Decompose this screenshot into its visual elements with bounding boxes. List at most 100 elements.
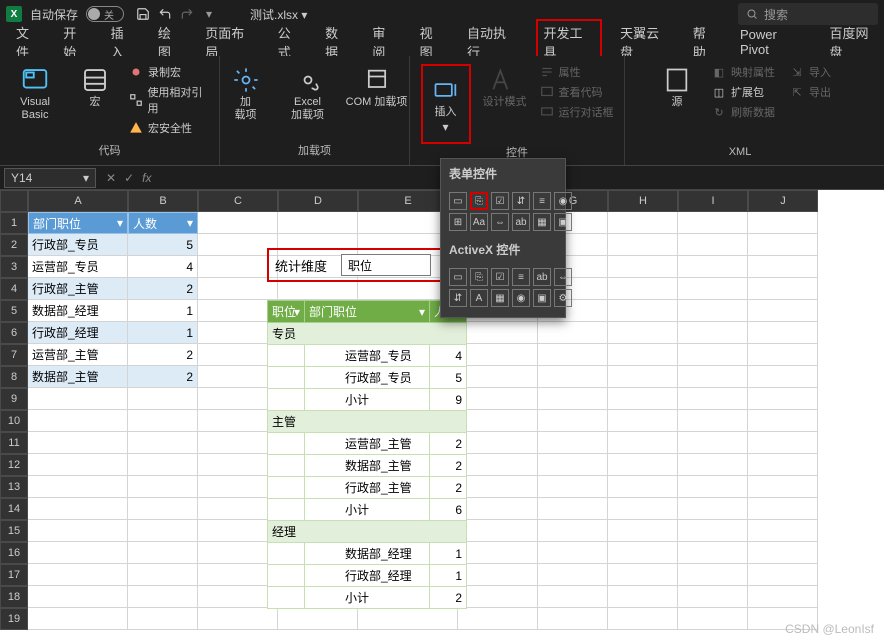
cell[interactable]: [678, 498, 748, 520]
cell[interactable]: [748, 388, 818, 410]
row-header[interactable]: 13: [0, 476, 28, 498]
row-header[interactable]: 16: [0, 542, 28, 564]
cell[interactable]: 数据部_经理: [28, 300, 128, 322]
cell[interactable]: [198, 366, 278, 388]
row-header[interactable]: 19: [0, 608, 28, 630]
cell[interactable]: [678, 256, 748, 278]
pivot-cell[interactable]: 6: [430, 499, 467, 521]
cell[interactable]: [538, 586, 608, 608]
name-box[interactable]: Y14▾: [4, 168, 96, 188]
cell[interactable]: [678, 542, 748, 564]
pivot-cell[interactable]: 数据部_主管: [304, 455, 429, 477]
com-addins-button[interactable]: COM 加载项: [342, 64, 412, 109]
cell[interactable]: [198, 256, 278, 278]
row-header[interactable]: 11: [0, 432, 28, 454]
cell[interactable]: 5: [128, 234, 198, 256]
cell[interactable]: 行政部_经理: [28, 322, 128, 344]
form-option-icon[interactable]: ◉: [554, 192, 572, 210]
cell[interactable]: [678, 366, 748, 388]
pivot-cell[interactable]: 运营部_专员: [304, 345, 429, 367]
cell[interactable]: 运营部_主管: [28, 344, 128, 366]
form-button-icon[interactable]: ▭: [449, 192, 467, 210]
cell[interactable]: 2: [128, 344, 198, 366]
cell[interactable]: [28, 520, 128, 542]
cell[interactable]: [608, 278, 678, 300]
cell[interactable]: [28, 586, 128, 608]
cell[interactable]: 4: [128, 256, 198, 278]
cell[interactable]: [458, 608, 538, 630]
pivot-header[interactable]: 职位▾: [268, 301, 305, 323]
cell[interactable]: [128, 608, 198, 630]
cell[interactable]: [608, 300, 678, 322]
cancel-icon[interactable]: ✕: [106, 171, 116, 185]
ax-checkbox-icon[interactable]: ☑: [491, 268, 509, 286]
cell[interactable]: [678, 344, 748, 366]
cell[interactable]: [198, 564, 278, 586]
cell[interactable]: [748, 520, 818, 542]
cell[interactable]: [608, 234, 678, 256]
cell[interactable]: [28, 564, 128, 586]
pivot-cell[interactable]: 2: [430, 587, 467, 609]
cell[interactable]: [608, 322, 678, 344]
row-header[interactable]: 10: [0, 410, 28, 432]
cell[interactable]: [198, 278, 278, 300]
pivot-cell[interactable]: [268, 389, 305, 411]
pivot-cell[interactable]: 小计: [304, 389, 429, 411]
cell[interactable]: 数据部_主管: [28, 366, 128, 388]
export-button[interactable]: ⇱导出: [789, 84, 831, 100]
col-header[interactable]: D: [278, 190, 358, 212]
cell[interactable]: [128, 432, 198, 454]
cell[interactable]: [608, 564, 678, 586]
cell[interactable]: [538, 322, 608, 344]
addins-button[interactable]: 加 载项: [218, 64, 274, 122]
pivot-cell[interactable]: [268, 565, 305, 587]
cell[interactable]: [748, 256, 818, 278]
pivot-cell[interactable]: [268, 455, 305, 477]
cell[interactable]: [748, 564, 818, 586]
source-button[interactable]: 源: [649, 64, 705, 109]
pivot-cell[interactable]: 5: [430, 367, 467, 389]
ax-more-icon[interactable]: ⚙: [554, 289, 572, 307]
cell[interactable]: [538, 608, 608, 630]
pivot-cell[interactable]: 4: [430, 345, 467, 367]
cell[interactable]: [128, 388, 198, 410]
ax-image-icon[interactable]: ▦: [491, 289, 509, 307]
cell[interactable]: [608, 608, 678, 630]
row-header[interactable]: 18: [0, 586, 28, 608]
pivot-cell[interactable]: 1: [430, 565, 467, 587]
cell[interactable]: [358, 608, 458, 630]
pivot-cell[interactable]: 运营部_主管: [304, 433, 429, 455]
cell[interactable]: [128, 542, 198, 564]
cell[interactable]: [678, 432, 748, 454]
col-header[interactable]: A: [28, 190, 128, 212]
run-dialog-button[interactable]: 运行对话框: [539, 104, 614, 120]
cell[interactable]: [748, 344, 818, 366]
select-all-corner[interactable]: [0, 190, 28, 212]
col-header[interactable]: J: [748, 190, 818, 212]
pivot-cell[interactable]: [268, 587, 305, 609]
cell[interactable]: [608, 476, 678, 498]
row-header[interactable]: 14: [0, 498, 28, 520]
properties-button[interactable]: 属性: [539, 64, 614, 80]
cell[interactable]: [28, 542, 128, 564]
row-header[interactable]: 4: [0, 278, 28, 300]
cell[interactable]: [458, 410, 538, 432]
cell[interactable]: [28, 388, 128, 410]
row-header[interactable]: 15: [0, 520, 28, 542]
cell[interactable]: [28, 498, 128, 520]
cell[interactable]: [678, 322, 748, 344]
cell[interactable]: [748, 366, 818, 388]
cell[interactable]: [458, 322, 538, 344]
cell[interactable]: [608, 212, 678, 234]
cell[interactable]: [678, 410, 748, 432]
ax-label-icon[interactable]: A: [470, 289, 488, 307]
cell[interactable]: [538, 432, 608, 454]
expand-pack-button[interactable]: ◫扩展包: [711, 84, 775, 100]
cell[interactable]: 行政部_专员: [28, 234, 128, 256]
use-relative-button[interactable]: 使用相对引用: [128, 84, 211, 116]
cell[interactable]: [538, 520, 608, 542]
pivot-cell[interactable]: [268, 345, 305, 367]
cell[interactable]: [198, 586, 278, 608]
pivot-cell[interactable]: 小计: [304, 587, 429, 609]
cell[interactable]: [748, 300, 818, 322]
